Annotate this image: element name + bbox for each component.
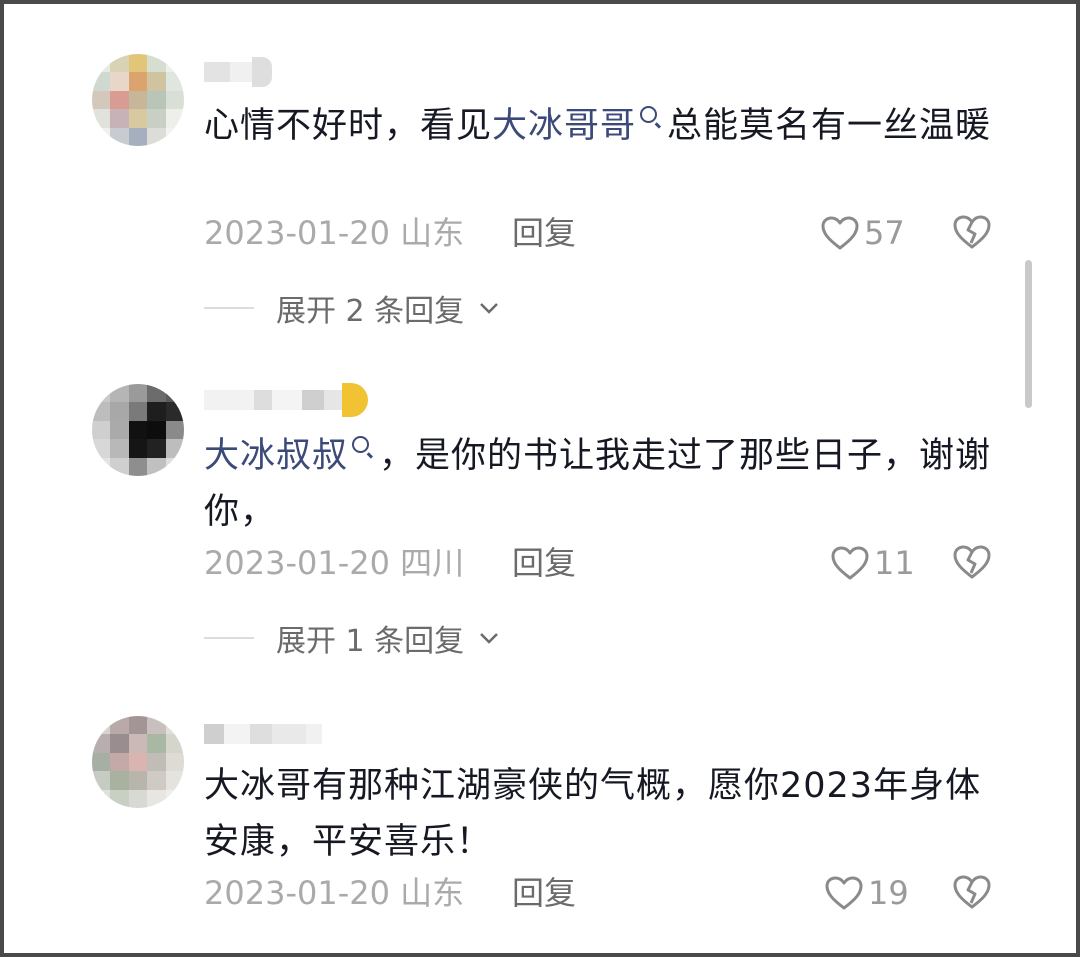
mention-link[interactable]: 大冰叔叔 <box>204 436 348 476</box>
expand-replies[interactable]: 展开 1 条回复 <box>204 618 500 659</box>
broken-heart-icon[interactable] <box>952 543 992 581</box>
chevron-down-icon <box>480 303 499 314</box>
avatar[interactable] <box>92 716 184 808</box>
chevron-down-icon <box>480 633 499 644</box>
username-blurred[interactable] <box>204 382 368 418</box>
expand-replies[interactable]: 展开 2 条回复 <box>204 288 500 329</box>
date-location: 2023-01-20 四川 <box>204 544 465 582</box>
mention-link[interactable]: 大冰哥哥 <box>492 106 636 146</box>
avatar[interactable] <box>92 54 184 146</box>
like-count: 19 <box>868 874 909 912</box>
username-blurred[interactable] <box>204 716 322 752</box>
like-count: 57 <box>864 214 905 252</box>
heart-outline-icon <box>831 546 869 580</box>
comment-text: 大冰叔叔 ，是你的书让我走过了那些日子，谢谢你， <box>204 428 994 540</box>
search-icon[interactable] <box>352 436 370 453</box>
broken-heart-icon[interactable] <box>952 213 992 251</box>
heart-outline-icon <box>825 876 863 910</box>
search-icon[interactable] <box>640 106 658 123</box>
like-count: 11 <box>874 544 915 582</box>
divider <box>204 637 254 639</box>
like-button[interactable]: 11 <box>830 539 915 587</box>
date-location: 2023-01-20 山东 <box>204 214 465 252</box>
scrollbar[interactable] <box>1025 260 1032 408</box>
username-blurred[interactable] <box>204 54 272 90</box>
comment-meta: 2023-01-20 山东 回复 57 <box>204 209 1004 257</box>
comment-meta: 2023-01-20 四川 回复 11 <box>204 539 1004 587</box>
comment-meta: 2023-01-20 山东 回复 19 <box>204 869 1004 917</box>
heart-outline-icon <box>821 216 859 250</box>
divider <box>204 307 254 309</box>
like-button[interactable]: 57 <box>820 209 905 257</box>
reply-button[interactable]: 回复 <box>512 539 576 587</box>
avatar[interactable] <box>92 384 184 476</box>
comment-text: 大冰哥有那种江湖豪侠的气概，愿你2023年身体安康，平安喜乐！ <box>204 758 994 870</box>
comment-list: 心情不好时，看见大冰哥哥 总能莫名有一丝温暖 2023-01-20 山东 回复 5… <box>0 0 1080 957</box>
comment-text-before: 大冰哥有那种江湖豪侠的气概，愿你2023年身体安康，平安喜乐！ <box>204 766 982 862</box>
comment-text: 心情不好时，看见大冰哥哥 总能莫名有一丝温暖 <box>204 98 994 154</box>
like-button[interactable]: 19 <box>824 869 909 917</box>
expand-replies-label: 展开 2 条回复 <box>276 294 465 329</box>
comment-text-after: 总能莫名有一丝温暖 <box>667 106 992 146</box>
reply-button[interactable]: 回复 <box>512 869 576 917</box>
date-location: 2023-01-20 山东 <box>204 874 465 912</box>
expand-replies-label: 展开 1 条回复 <box>276 624 465 659</box>
broken-heart-icon[interactable] <box>952 873 992 911</box>
comment-text-before: 心情不好时，看见 <box>204 106 493 146</box>
reply-button[interactable]: 回复 <box>512 209 576 257</box>
